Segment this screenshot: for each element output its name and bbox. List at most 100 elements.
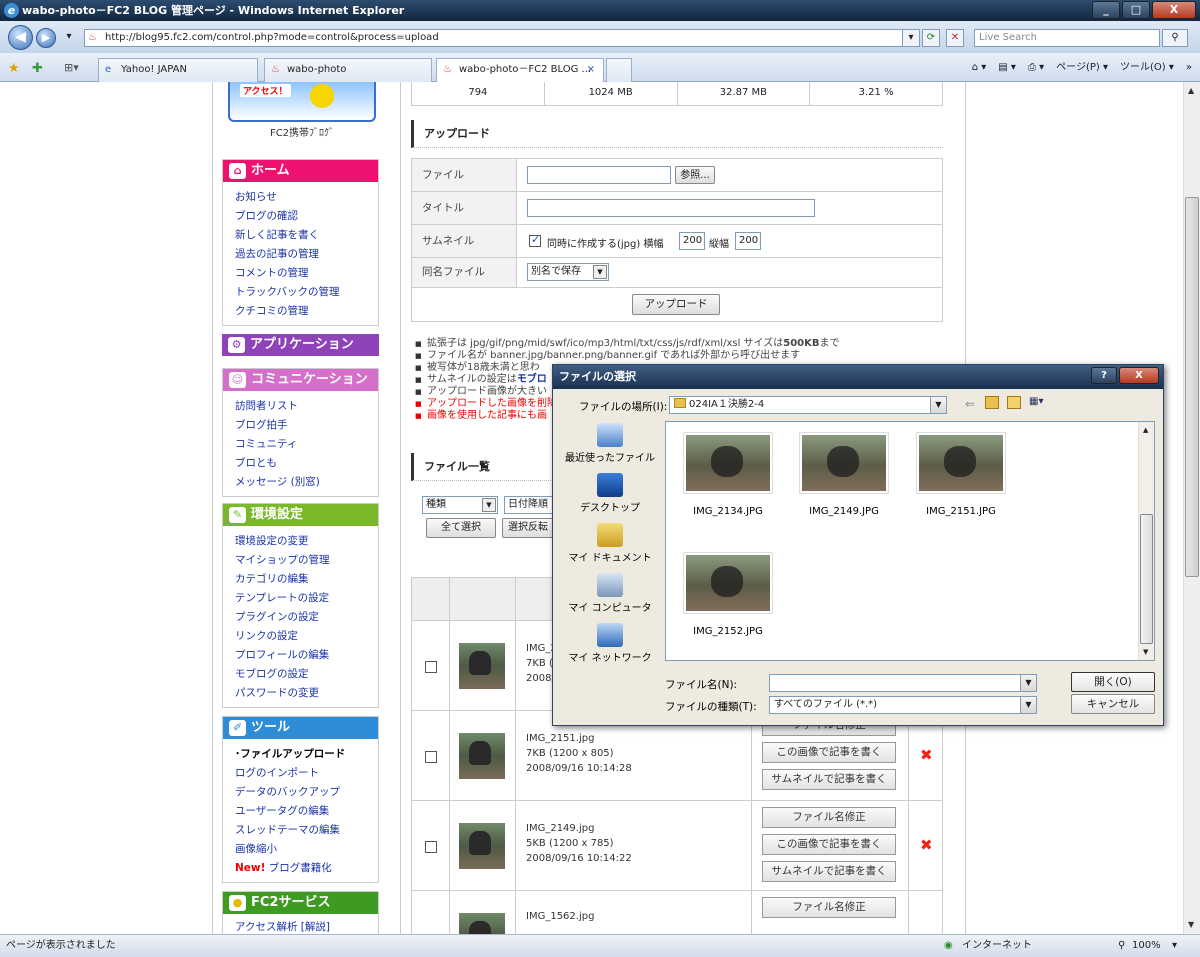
up-folder-icon[interactable] (985, 396, 999, 409)
menu-item[interactable]: リンクの設定 (235, 627, 378, 646)
row-filename[interactable]: IMG_2151.jpg (526, 731, 632, 746)
row-thumbnail[interactable] (459, 643, 505, 689)
rename-file-button[interactable]: ファイル名修正 (762, 897, 896, 918)
row-filename[interactable]: IMG_2149.jpg (526, 821, 632, 836)
thumbnail-height-input[interactable]: 200 (735, 232, 761, 250)
select-all-button[interactable]: 全て選択 (426, 518, 496, 538)
services-menu-header[interactable]: ● FC2サービス (223, 892, 378, 914)
favorites-star-icon[interactable]: ★ (8, 61, 20, 76)
tab-wabo-photo[interactable]: ♨ wabo-photo (264, 58, 432, 82)
menu-item[interactable]: モブログの設定 (235, 665, 378, 684)
file-item[interactable]: IMG_2152.JPG (682, 552, 774, 637)
apps-menu-header[interactable]: ⚙ アプリケーション (222, 334, 379, 356)
new-folder-icon[interactable] (1007, 396, 1021, 409)
row-thumbnail[interactable] (459, 913, 505, 934)
menu-item[interactable]: プラグインの設定 (235, 608, 378, 627)
location-select[interactable]: 024IA１決勝2-4 ▼ (669, 396, 947, 414)
row-checkbox[interactable] (425, 751, 437, 763)
zoom-icon[interactable]: ⚲ (1118, 935, 1125, 957)
menu-item[interactable]: パスワードの変更 (235, 684, 378, 703)
mobile-blog-link[interactable]: モブロ (517, 374, 547, 385)
delete-icon[interactable]: ✖ (920, 836, 933, 854)
back-button[interactable]: ◀ (8, 25, 33, 50)
community-menu-header[interactable]: ☺ コミュニケーション (223, 369, 378, 391)
scroll-up-icon[interactable]: ▲ (1143, 426, 1148, 434)
page-menu[interactable]: ページ(P) ▾ (1056, 59, 1108, 77)
file-item[interactable]: IMG_2134.JPG (682, 432, 774, 517)
open-button[interactable]: 開く(O) (1071, 672, 1155, 692)
menu-item-book[interactable]: New! ブログ書籍化 (235, 859, 378, 878)
menu-item[interactable]: マイショップの管理 (235, 551, 378, 570)
history-dropdown-icon[interactable]: ▾ (60, 29, 78, 47)
thumbnail-checkbox[interactable] (529, 233, 541, 247)
banner-caption[interactable]: FC2携帯ﾌﾞﾛｸﾞ (228, 124, 376, 139)
menu-item[interactable]: テンプレートの設定 (235, 589, 378, 608)
menu-item[interactable]: 環境設定の変更 (235, 532, 378, 551)
menu-item[interactable]: ユーザータグの編集 (235, 802, 378, 821)
menu-item[interactable]: ログのインポート (235, 764, 378, 783)
close-window-button[interactable]: X (1152, 1, 1196, 19)
scroll-down-icon[interactable]: ▼ (1143, 648, 1148, 656)
menu-item[interactable]: アクセス解析 [解説] (235, 918, 378, 934)
menu-item[interactable]: データのバックアップ (235, 783, 378, 802)
place-documents[interactable]: マイ ドキュメント (559, 523, 661, 571)
scrollbar-thumb[interactable] (1185, 197, 1199, 577)
new-tab-button[interactable] (606, 58, 632, 82)
menu-item[interactable]: メッセージ (別窓) (235, 473, 378, 492)
menu-item[interactable]: クチコミの管理 (235, 302, 378, 321)
filetype-select[interactable]: すべてのファイル (*.*) ▼ (769, 696, 1037, 714)
page-scrollbar[interactable]: ▲ ▼ (1183, 82, 1200, 934)
dialog-close-button[interactable]: X (1119, 367, 1159, 384)
menu-item[interactable]: ブログ拍手 (235, 416, 378, 435)
menu-item-file-upload[interactable]: ･ファイルアップロード (235, 745, 378, 764)
cancel-button[interactable]: キャンセル (1071, 694, 1155, 714)
menu-item[interactable]: カテゴリの編集 (235, 570, 378, 589)
rename-file-button[interactable]: ファイル名修正 (762, 807, 896, 828)
zoom-level[interactable]: 100% (1132, 935, 1161, 957)
menu-item[interactable]: お知らせ (235, 188, 378, 207)
menu-item[interactable]: ブログの確認 (235, 207, 378, 226)
menu-item[interactable]: 画像縮小 (235, 840, 378, 859)
search-icon[interactable]: ⚲ (1162, 29, 1188, 47)
delete-icon[interactable]: ✖ (920, 746, 933, 764)
row-thumbnail[interactable] (459, 733, 505, 779)
browse-button[interactable]: 参照... (675, 166, 715, 184)
place-network[interactable]: マイ ネットワーク (559, 623, 661, 671)
tools-menu[interactable]: ツール(O) ▾ (1120, 59, 1174, 77)
scroll-up-icon[interactable]: ▲ (1188, 86, 1194, 95)
close-tab-icon[interactable]: × (587, 59, 595, 81)
menu-item[interactable]: スレッドテーマの編集 (235, 821, 378, 840)
menu-item[interactable]: 新しく記事を書く (235, 226, 378, 245)
place-desktop[interactable]: デスクトップ (559, 473, 661, 521)
add-favorites-icon[interactable]: ✚ (32, 61, 43, 76)
menu-item[interactable]: 過去の記事の管理 (235, 245, 378, 264)
scroll-down-icon[interactable]: ▼ (1188, 920, 1194, 929)
row-filename[interactable]: IMG_1562.jpg (526, 909, 594, 924)
refresh-icon[interactable]: ⟳ (922, 29, 940, 47)
write-with-image-button[interactable]: この画像で記事を書く (762, 742, 896, 763)
tools-menu-header[interactable]: ✐ ツール (223, 717, 378, 739)
more-commands-icon[interactable]: » (1186, 59, 1192, 77)
sort-order-select[interactable]: 日付降順 (504, 496, 554, 514)
write-with-image-button[interactable]: この画像で記事を書く (762, 834, 896, 855)
same-name-select[interactable]: 別名で保存 ▼ (527, 263, 609, 281)
invert-selection-button[interactable]: 選択反転 (502, 518, 554, 538)
tab-fc2-admin[interactable]: ♨ wabo-photo－FC2 BLOG ... × (436, 58, 604, 82)
quick-tabs-icon[interactable]: ⊞▾ (64, 61, 79, 74)
settings-menu-header[interactable]: ✎ 環境設定 (223, 504, 378, 526)
scrollbar-thumb[interactable] (1140, 514, 1153, 644)
feeds-icon[interactable]: ▤ ▾ (998, 59, 1016, 77)
maximize-button[interactable]: □ (1122, 1, 1150, 19)
write-with-thumbnail-button[interactable]: サムネイルで記事を書く (762, 861, 896, 882)
tab-yahoo[interactable]: e Yahoo! JAPAN (98, 58, 258, 82)
file-path-input[interactable] (527, 166, 671, 184)
menu-item[interactable]: ブロとも (235, 454, 378, 473)
zoom-dropdown-icon[interactable]: ▾ (1172, 935, 1177, 957)
menu-item[interactable]: 訪問者リスト (235, 397, 378, 416)
file-item[interactable]: IMG_2149.JPG (798, 432, 890, 517)
place-computer[interactable]: マイ コンピュータ (559, 573, 661, 621)
search-input[interactable]: Live Search (974, 29, 1160, 47)
home-menu-header[interactable]: ⌂ ホーム (223, 160, 378, 182)
print-icon[interactable]: ⎙ ▾ (1028, 59, 1044, 77)
menu-item[interactable]: コメントの管理 (235, 264, 378, 283)
